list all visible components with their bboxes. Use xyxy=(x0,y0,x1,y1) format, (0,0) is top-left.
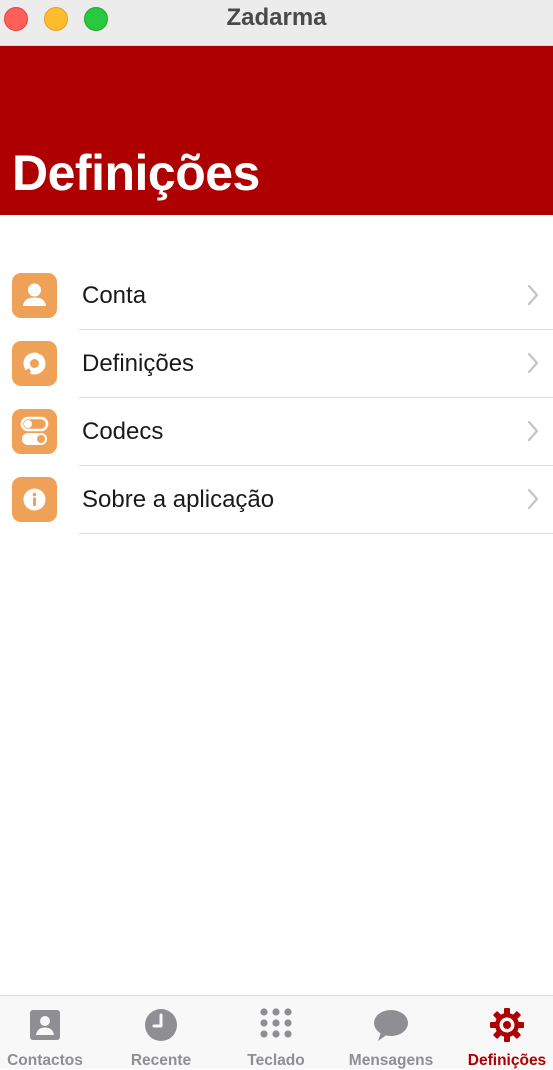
tab-label: Definições xyxy=(467,1052,547,1069)
tab-contactos[interactable]: Contactos xyxy=(0,996,100,1070)
settings-list: Conta Definições Codecs Sobre a aplicaçã… xyxy=(0,262,553,534)
chevron-right-icon xyxy=(527,352,539,374)
settings-item-label: Codecs xyxy=(82,418,164,445)
chevron-right-icon xyxy=(527,488,539,510)
settings-item-label: Sobre a aplicação xyxy=(82,486,275,513)
tab-label: Contactos xyxy=(7,1052,83,1069)
divider xyxy=(79,533,553,534)
page-header: Definições xyxy=(0,46,553,215)
phone-settings-icon xyxy=(12,341,57,386)
tab-label: Mensagens xyxy=(348,1052,434,1069)
settings-item-conta[interactable]: Conta xyxy=(0,262,553,330)
chevron-right-icon xyxy=(527,284,539,306)
tab-mensagens[interactable]: Mensagens xyxy=(336,996,446,1070)
gear-icon xyxy=(490,1008,524,1042)
toggles-icon xyxy=(12,409,57,454)
tab-recente[interactable]: Recente xyxy=(106,996,216,1070)
settings-item-codecs[interactable]: Codecs xyxy=(0,398,553,466)
keypad-icon xyxy=(260,1008,292,1038)
page-title: Definições xyxy=(12,145,260,201)
settings-item-definicoes[interactable]: Definições xyxy=(0,330,553,398)
clock-icon xyxy=(145,1009,177,1041)
window-title: Zadarma xyxy=(226,4,327,31)
contacts-icon xyxy=(30,1010,60,1040)
tab-bar: Contactos Recente Teclado Mensagens Defi… xyxy=(0,995,553,1069)
chat-bubble-icon xyxy=(374,1010,408,1041)
settings-item-label: Definições xyxy=(82,350,195,377)
settings-item-label: Conta xyxy=(82,282,147,309)
chevron-right-icon xyxy=(527,420,539,442)
tab-label: Teclado xyxy=(247,1052,305,1069)
window-titlebar: Zadarma xyxy=(0,0,553,46)
info-icon xyxy=(12,477,57,522)
tab-teclado[interactable]: Teclado xyxy=(221,996,331,1070)
tab-definicoes[interactable]: Definições xyxy=(452,996,553,1070)
settings-item-sobre[interactable]: Sobre a aplicação xyxy=(0,466,553,534)
person-icon xyxy=(12,273,57,318)
tab-label: Recente xyxy=(130,1052,192,1069)
